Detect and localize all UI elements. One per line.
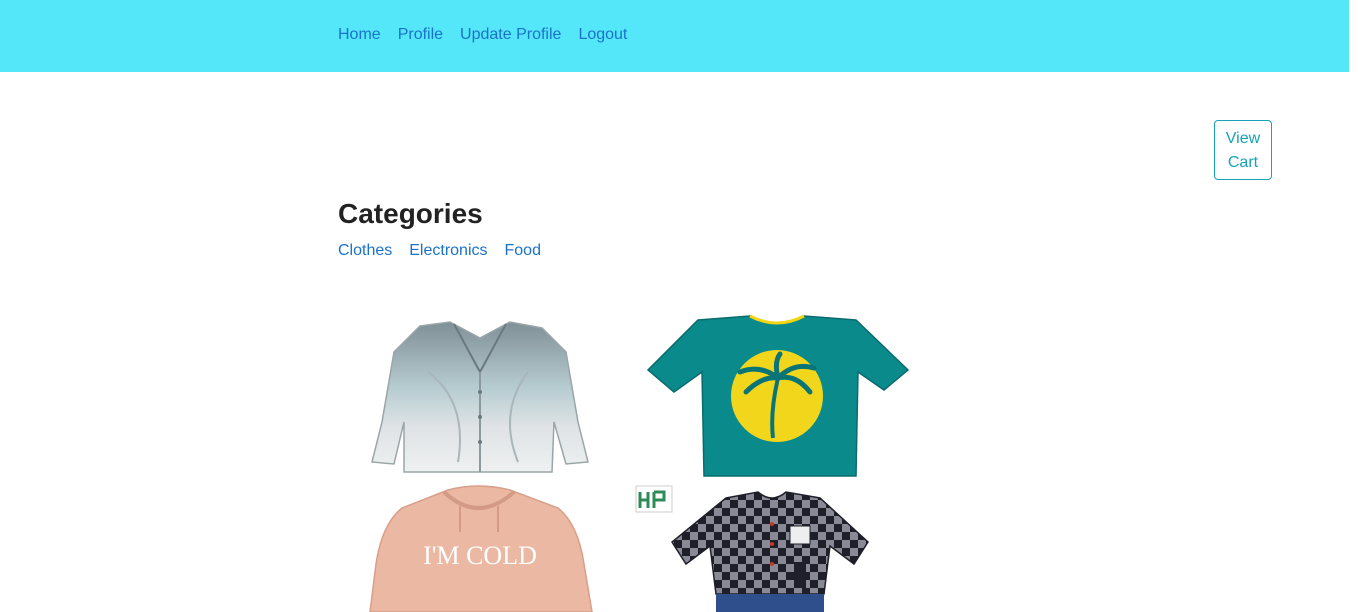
- nav-home-link[interactable]: Home: [338, 26, 381, 44]
- view-cart-button[interactable]: View Cart: [1214, 120, 1272, 180]
- category-food-link[interactable]: Food: [505, 242, 541, 260]
- view-cart-label-line2: Cart: [1227, 154, 1259, 171]
- nav-profile-link[interactable]: Profile: [398, 26, 443, 44]
- product-peach-hoodie[interactable]: I'M COLD: [358, 484, 603, 612]
- grey-button-shirt-image: [371, 321, 589, 473]
- nav-logout-link[interactable]: Logout: [578, 26, 627, 44]
- product-kids-check-shirt[interactable]: [634, 484, 914, 612]
- nav-links: Home Profile Update Profile Logout: [338, 26, 627, 44]
- page: Home Profile Update Profile Logout View C…: [0, 0, 1349, 612]
- product-teal-tshirt[interactable]: [640, 312, 915, 482]
- category-electronics-link[interactable]: Electronics: [409, 242, 487, 260]
- navbar: Home Profile Update Profile Logout: [0, 0, 1349, 72]
- categories-title: Categories: [338, 198, 483, 229]
- teal-palm-tshirt-image: [646, 314, 910, 477]
- view-cart-label-line1: View: [1225, 130, 1261, 147]
- nav-update-profile-link[interactable]: Update Profile: [460, 26, 561, 44]
- hoodie-print-text: I'M COLD: [423, 541, 537, 570]
- kids-check-shirt-image: [635, 485, 869, 612]
- category-links: Clothes Electronics Food: [338, 242, 541, 260]
- peach-hoodie-image: I'M COLD: [369, 485, 593, 612]
- product-grey-shirt[interactable]: [358, 312, 603, 477]
- category-clothes-link[interactable]: Clothes: [338, 242, 392, 260]
